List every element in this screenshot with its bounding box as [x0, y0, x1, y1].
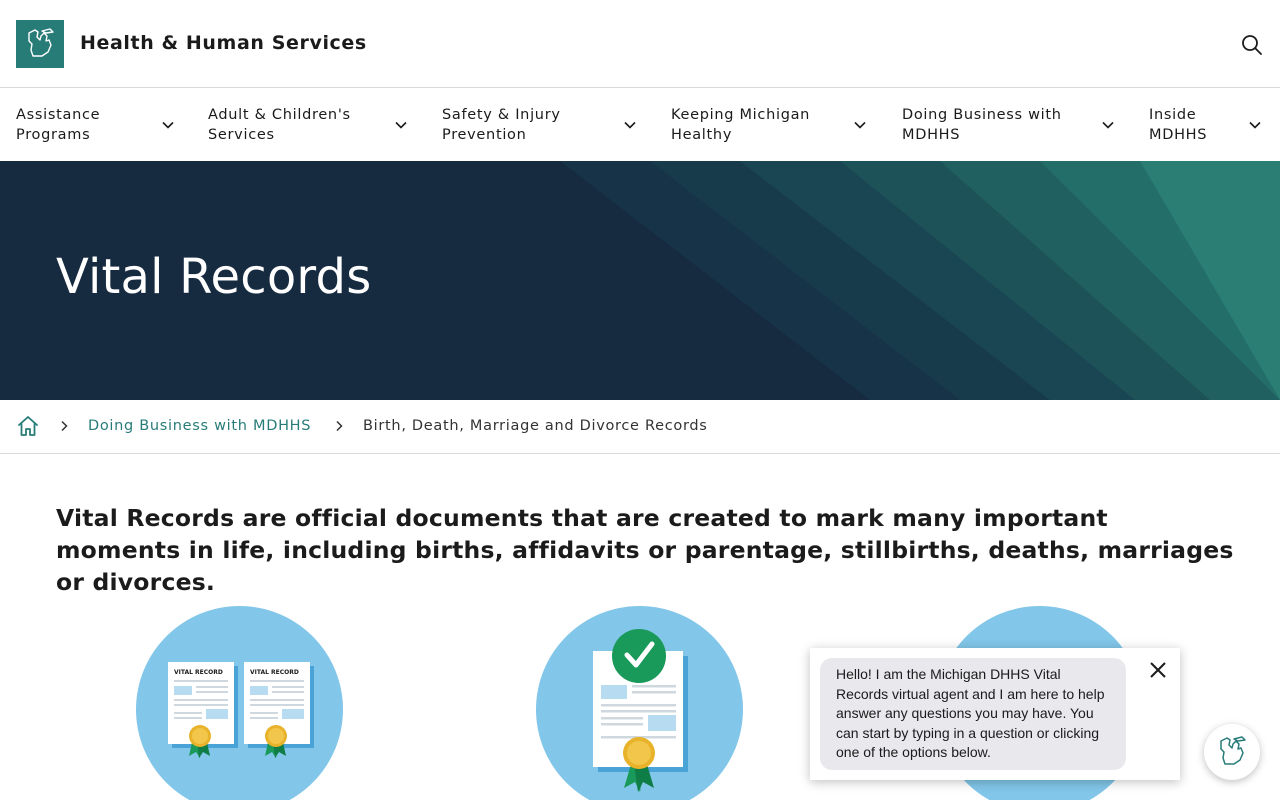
breadcrumb-current: Birth, Death, Marriage and Divorce Recor… [363, 418, 708, 434]
nav-label-line: Adult & Children's [208, 107, 351, 123]
nav-label-line: MDHHS [1149, 127, 1208, 143]
virtual-agent-chat-panel: Hello! I am the Michigan DHHS Vital Reco… [810, 648, 1180, 780]
search-icon[interactable] [1238, 31, 1266, 59]
nav-label-line: Doing Business with [902, 107, 1062, 123]
chat-launcher-button[interactable] [1204, 724, 1260, 780]
chevron-down-icon [1249, 121, 1261, 129]
nav-label-line: Services [208, 127, 275, 143]
main-navigation: Assistance Programs Adult & Children's S… [0, 89, 1280, 161]
chevron-down-icon [854, 121, 866, 129]
close-icon[interactable] [1148, 660, 1168, 680]
nav-item-keeping-michigan-healthy[interactable]: Keeping Michigan Healthy [671, 89, 876, 161]
nav-label-line: Assistance [16, 107, 101, 123]
chevron-down-icon [624, 121, 636, 129]
page-title: Vital Records [56, 249, 372, 305]
intro-text: Vital Records are official documents tha… [56, 504, 1234, 596]
nav-item-doing-business-with-mdhhs[interactable]: Doing Business with MDHHS [902, 89, 1127, 161]
vital-records-card-illustration[interactable]: VITAL RECORD VITAL RECORD [136, 606, 343, 800]
nav-label-line: Prevention [442, 127, 527, 143]
chevron-right-icon [61, 420, 68, 432]
document-label: VITAL RECORD [250, 669, 299, 676]
nav-item-label: Inside MDHHS [1149, 105, 1207, 145]
home-icon[interactable] [16, 414, 40, 438]
verified-record-card-illustration[interactable] [536, 606, 743, 800]
verified-document-icon [593, 629, 688, 792]
site-header: Health & Human Services [0, 0, 1280, 88]
nav-label-line: Programs [16, 127, 91, 143]
chat-message: Hello! I am the Michigan DHHS Vital Reco… [820, 658, 1126, 770]
nav-item-label: Keeping Michigan Healthy [671, 105, 810, 145]
breadcrumb: Doing Business with MDHHS Birth, Death, … [0, 400, 1280, 454]
chevron-right-icon [336, 420, 343, 432]
chevron-down-icon [1102, 121, 1114, 129]
nav-item-adult-childrens-services[interactable]: Adult & Children's Services [208, 89, 418, 161]
document-label: VITAL RECORD [174, 669, 223, 676]
nav-item-label: Doing Business with MDHHS [902, 105, 1062, 145]
documents-with-seals-icon: VITAL RECORD VITAL RECORD [168, 662, 314, 758]
nav-item-safety-injury-prevention[interactable]: Safety & Injury Prevention [442, 89, 647, 161]
chevron-down-icon [162, 121, 174, 129]
nav-item-assistance-programs[interactable]: Assistance Programs [16, 89, 191, 161]
hero-banner: Vital Records [0, 161, 1280, 400]
michigan-state-outline-icon [1220, 736, 1246, 765]
nav-item-label: Assistance Programs [16, 105, 100, 145]
site-title[interactable]: Health & Human Services [80, 32, 367, 54]
nav-label-line: Healthy [671, 127, 733, 143]
nav-item-inside-mdhhs[interactable]: Inside MDHHS [1149, 89, 1269, 161]
breadcrumb-link[interactable]: Doing Business with MDHHS [88, 418, 311, 434]
nav-label-line: Inside [1149, 107, 1197, 123]
nav-label-line: MDHHS [902, 127, 961, 143]
nav-item-label: Adult & Children's Services [208, 105, 351, 145]
nav-label-line: Safety & Injury [442, 107, 561, 123]
michigan-logo-icon[interactable] [16, 20, 64, 68]
chevron-down-icon [395, 121, 407, 129]
nav-item-label: Safety & Injury Prevention [442, 105, 561, 145]
nav-label-line: Keeping Michigan [671, 107, 811, 123]
